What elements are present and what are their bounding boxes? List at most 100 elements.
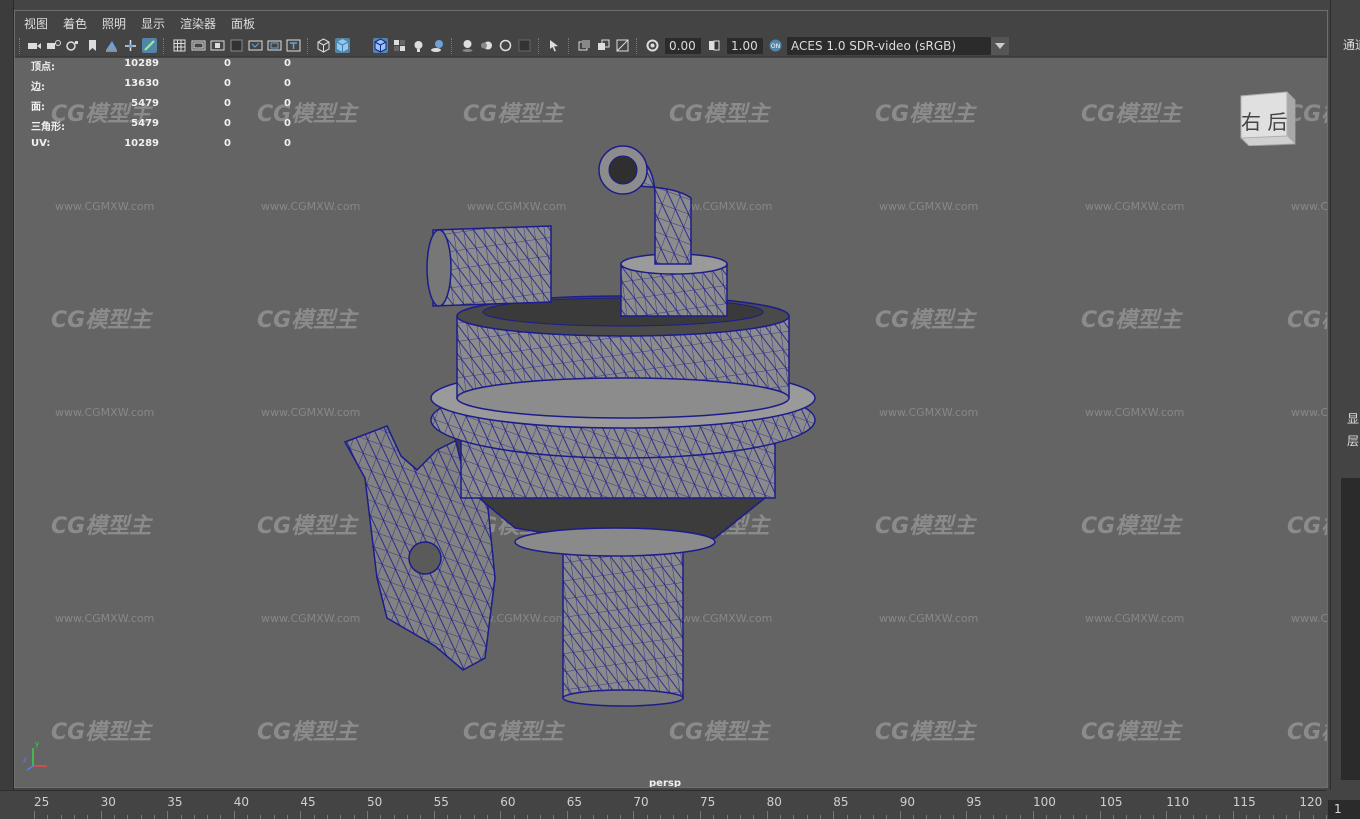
display-tab-label[interactable]: 显 xyxy=(1347,410,1359,427)
bookmark-icon[interactable] xyxy=(65,38,80,53)
timeline-tick xyxy=(899,811,901,819)
layer-list[interactable] xyxy=(1341,478,1360,780)
motion-blur-icon[interactable] xyxy=(479,38,494,53)
timeline-tick xyxy=(353,815,355,819)
current-frame-field[interactable]: 1 xyxy=(1328,800,1360,819)
timeline-tick xyxy=(420,815,422,819)
timeline-tick xyxy=(34,811,35,819)
xray-joints-icon[interactable] xyxy=(596,38,611,53)
menu-show[interactable]: 显示 xyxy=(141,15,165,32)
timeline-tick xyxy=(1059,815,1061,819)
depth-of-field-icon[interactable] xyxy=(517,38,532,53)
timeline-tick-label: 40 xyxy=(233,795,250,809)
camera-attributes-icon[interactable] xyxy=(46,38,61,53)
timeline-tick xyxy=(273,815,275,819)
wireframe-icon[interactable] xyxy=(316,38,331,53)
timeline-tick xyxy=(1099,811,1101,819)
gamma-field[interactable]: 1.00 xyxy=(727,38,763,54)
timeline-tick xyxy=(846,815,848,819)
menu-lighting[interactable]: 照明 xyxy=(102,15,126,32)
chevron-down-icon[interactable] xyxy=(991,37,1009,55)
backface-culling-icon[interactable] xyxy=(615,38,630,53)
menu-panels[interactable]: 面板 xyxy=(231,15,255,32)
timeline-tick-label: 75 xyxy=(700,795,716,809)
timeline-tick-label: 30 xyxy=(100,795,116,809)
timeline-tick xyxy=(1219,815,1221,819)
exposure-field[interactable]: 0.00 xyxy=(665,38,701,54)
timeline-tick xyxy=(593,815,595,819)
textured-icon[interactable] xyxy=(392,38,407,53)
timeline-tick xyxy=(313,815,315,819)
safe-title-icon[interactable] xyxy=(286,38,301,53)
timeline-tick xyxy=(1086,815,1088,819)
timeline-tick xyxy=(660,815,661,819)
timeline-tick xyxy=(726,815,728,819)
resolution-gate-icon[interactable] xyxy=(210,38,225,53)
smooth-shade-icon[interactable] xyxy=(335,38,350,53)
timeline-tick-label: 25 xyxy=(34,795,50,809)
timeline-tick-label: 100 xyxy=(1033,795,1056,809)
gamma-icon[interactable] xyxy=(707,38,722,53)
axis-gizmo-icon: y z xyxy=(23,740,47,771)
color-space-dropdown[interactable]: ACES 1.0 SDR-video (sRGB) xyxy=(787,37,1009,55)
time-slider[interactable]: 25 30 35 40 45 50 55 60 65 70 75 80 85 90 95 100 105 110 1… xyxy=(0,790,1354,819)
2d-pan-zoom-icon[interactable] xyxy=(104,38,119,53)
timeline-tick xyxy=(1033,811,1034,819)
3d-viewport[interactable]: CG模型主CG模型主CG模型主CG模型主CG模型主CG模型主CG模型主CG模型主… xyxy=(15,58,1327,787)
timeline-tick xyxy=(513,815,515,819)
lower-outlet-cylinder xyxy=(562,547,684,707)
timeline-tick-label: 45 xyxy=(300,795,316,809)
timeline-tick xyxy=(1272,815,1274,819)
timeline-tick xyxy=(686,815,688,819)
timeline-tick-label: 65 xyxy=(566,795,583,809)
film-gate-icon[interactable] xyxy=(191,38,206,53)
menu-view[interactable]: 视图 xyxy=(24,15,48,32)
shadows-icon[interactable] xyxy=(430,38,445,53)
timeline-tick xyxy=(926,815,928,819)
isolate-select-icon[interactable] xyxy=(547,38,562,53)
image-plane-icon[interactable] xyxy=(85,38,100,53)
timeline-tick xyxy=(153,815,155,819)
use-lights-icon[interactable] xyxy=(411,38,426,53)
timeline-tick xyxy=(873,815,875,819)
wireframe-on-shaded-icon[interactable] xyxy=(373,38,388,53)
layer-tab-label[interactable]: 层 xyxy=(1347,432,1359,449)
menu-renderer[interactable]: 渲染器 xyxy=(180,15,216,32)
xray-icon[interactable] xyxy=(577,38,592,53)
timeline-tick-label: 70 xyxy=(633,795,649,809)
grease-pencil-icon[interactable] xyxy=(123,38,138,53)
maya-window: 视图 着色 照明 显示 渲染器 面板 0.00 1.00 ON ACES 1.0… xyxy=(0,0,1360,819)
timeline-tick xyxy=(713,815,715,819)
color-management-icon[interactable]: ON xyxy=(768,38,783,53)
multisample-aa-icon[interactable] xyxy=(498,38,513,53)
timeline-tick xyxy=(73,815,75,819)
timeline-tick xyxy=(1019,815,1021,819)
fuel-pump-wireframe-model[interactable] xyxy=(15,58,1327,787)
safe-action-icon[interactable] xyxy=(267,38,282,53)
pencil-icon[interactable] xyxy=(142,38,157,53)
timeline-tick xyxy=(753,815,755,819)
channel-box-label[interactable]: 通道 xyxy=(1343,36,1360,53)
timeline-tick-label: 85 xyxy=(833,795,849,809)
side-inlet-pipe xyxy=(426,225,552,307)
timeline-tick xyxy=(700,811,701,819)
exposure-icon[interactable] xyxy=(645,38,660,53)
timeline-tick xyxy=(779,815,781,819)
left-tool-strip xyxy=(0,0,14,790)
timeline-tick-label: 120 xyxy=(1299,795,1323,809)
screen-space-ao-icon[interactable] xyxy=(460,38,475,53)
timeline-tick xyxy=(646,815,648,819)
timeline-tick xyxy=(859,815,861,819)
menu-shading[interactable]: 着色 xyxy=(63,15,87,32)
timeline-tick-label: 110 xyxy=(1166,795,1190,809)
timeline-tick xyxy=(886,815,888,819)
gate-mask-icon[interactable] xyxy=(229,38,244,53)
timeline-tick xyxy=(300,811,302,819)
camera-icon[interactable] xyxy=(27,38,42,53)
grid-icon[interactable] xyxy=(172,38,187,53)
timeline-tick-label: 90 xyxy=(899,795,916,809)
timeline-tick xyxy=(633,811,635,819)
timeline-tick xyxy=(233,811,235,819)
timeline-tick xyxy=(1006,815,1008,819)
field-chart-icon[interactable] xyxy=(248,38,263,53)
